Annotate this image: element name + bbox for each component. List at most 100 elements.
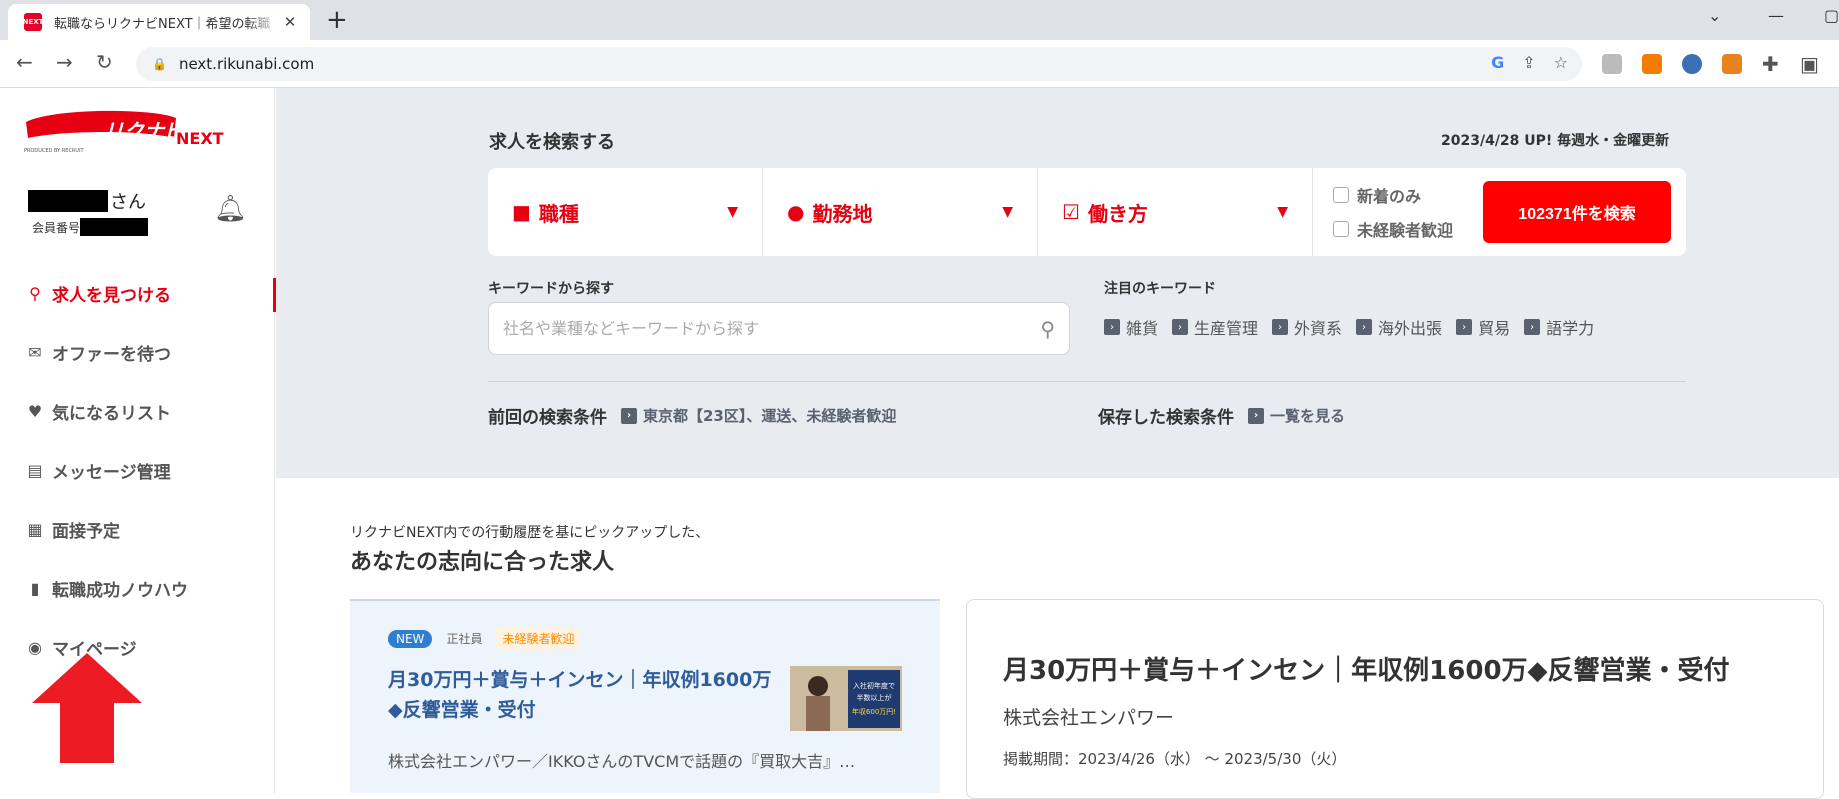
new-tab-button[interactable]: + [326,5,348,35]
keyword-search-input[interactable] [503,319,1041,338]
extensions-puzzle-icon[interactable]: ✚ [1762,52,1779,76]
sidebar-item-interviews[interactable]: ▦ 面接予定 [0,500,275,559]
search-bar: ■ 職種 ▼ ● 勤務地 ▼ ☑ 働き方 ▼ 新着のみ 未経験者歓迎 10237… [488,168,1686,256]
svg-text:NEXT: NEXT [176,129,224,148]
calendar-icon: ▦ [27,520,43,539]
checkbox-box[interactable] [1333,221,1349,237]
notification-bell-icon[interactable]: 🔔︎ [214,194,247,224]
new-badge: NEW [388,629,433,648]
reload-icon[interactable]: ↻ [96,50,113,74]
sidebar-item-knowhow[interactable]: ▮ 転職成功ノウハウ [0,559,275,618]
bookmark-star-icon[interactable]: ☆ [1554,53,1568,72]
clipboard-check-icon: ☑ [1062,200,1080,224]
thumbnail-graphic: 入社初年度で 半数以上が 年収600万円! [790,666,902,731]
google-translate-icon[interactable]: G [1491,53,1504,72]
saved-search: 保存した検索条件 › 一覧を見る [1098,403,1345,428]
thumb-text-2: 半数以上が [857,693,892,702]
sidebar-item-label: オファーを待つ [52,345,171,365]
search-icon[interactable]: ⚲ [1040,317,1055,341]
sidebar-menu: ⚲ 求人を見つける ✉ オファーを待つ ♥ 気になるリスト ▤ メッセージ管理 … [0,264,276,677]
url-text: next.rikunabi.com [178,55,315,73]
hot-keyword-link[interactable]: › 雑貨 [1104,315,1158,339]
hot-keyword-link[interactable]: › 外資系 [1272,315,1342,339]
hot-keyword-link[interactable]: › 海外出張 [1356,315,1442,339]
previous-search-link[interactable]: › 東京都【23区】、運送、未経験者歓迎 [621,405,896,426]
minimize-icon[interactable]: — [1768,6,1784,25]
new-only-checkbox[interactable]: 新着のみ [1333,178,1483,212]
thumb-text-3: 年収600万円! [852,707,896,716]
keyword-text: 雑貨 [1126,319,1159,338]
tab-close-icon[interactable]: ✕ [280,13,300,31]
heart-icon: ♥ [27,402,43,421]
chevron-right-icon: › [1248,407,1264,424]
update-note: 2023/4/28 UP! 毎週水・金曜更新 [1441,133,1670,149]
previous-search: 前回の検索条件 › 東京都【23区】、運送、未経験者歓迎 [488,403,896,428]
hot-keyword-link[interactable]: › 語学力 [1524,315,1594,339]
book-icon: ▮ [30,579,40,598]
user-info[interactable]: さん 会員番号 [28,188,149,236]
chevron-right-icon: › [1456,319,1473,335]
keyword-text: 外資系 [1294,319,1343,338]
inexperienced-ok-checkbox[interactable]: 未経験者歓迎 [1333,212,1483,246]
camera-extension-icon[interactable] [1602,54,1622,74]
sidebar-item-find-jobs[interactable]: ⚲ 求人を見つける [0,264,276,323]
message-icon: ▤ [27,461,43,480]
keyword-text: 海外出張 [1378,319,1443,338]
caret-down-icon: ▼ [1002,204,1013,220]
saved-search-link[interactable]: › 一覧を見る [1248,405,1345,426]
rikunabi-next-logo[interactable]: リクナビ NEXT PRODUCED BY RECRUIT [24,108,226,158]
work-style-label: 働き方 [1087,201,1148,226]
user-name-suffix: さん [110,192,146,213]
search-submit-button[interactable]: 102371件を検索 [1483,181,1671,243]
work-style-select[interactable]: ☑ 働き方 ▼ [1038,168,1313,256]
job-card-title[interactable]: 月30万円＋賞与＋インセン｜年収例1600万◆反響営業・受付 [388,665,778,725]
chevron-right-icon: › [621,407,637,424]
thumb-text-1: 入社初年度で [853,681,895,690]
location-select[interactable]: ● 勤務地 ▼ [763,168,1038,256]
hot-keyword-link[interactable]: › 生産管理 [1172,315,1258,339]
omnibox-actions: G ⇪ ☆ [1491,53,1568,72]
address-bar[interactable]: 🔒 next.rikunabi.com G ⇪ ☆ [136,47,1582,81]
sidebar-item-label: 面接予定 [52,522,120,542]
job-detail-title[interactable]: 月30万円＋賞与＋インセン｜年収例1600万◆反響営業・受付 [1003,650,1730,687]
sidebar-item-label: 転職成功ノウハウ [52,581,188,601]
hot-keyword-link[interactable]: › 貿易 [1456,315,1510,339]
job-detail-card[interactable]: 月30万円＋賞与＋インセン｜年収例1600万◆反響営業・受付 株式会社エンパワー… [966,599,1824,799]
checkbox-label: 未経験者歓迎 [1357,221,1454,240]
job-card[interactable]: NEW 正社員 未経験者歓迎 月30万円＋賞与＋インセン｜年収例1600万◆反響… [350,599,940,793]
location-label: 勤務地 [812,201,873,226]
chevron-right-icon: › [1104,319,1120,335]
job-detail-period: 掲載期間：2023/4/26（水） 〜 2023/5/30（火） [1003,750,1347,768]
divider [488,381,1686,382]
tab-search-icon[interactable]: ⌄ [1708,6,1721,25]
job-thumbnail-image[interactable]: 入社初年度で 半数以上が 年収600万円! [790,666,902,731]
metamask-fox-icon[interactable] [1722,54,1742,74]
job-card-description: 株式会社エンパワー／IKKOさんのTVCMで話題の『買取大吉』… [388,752,856,771]
hot-keywords-label: 注目のキーワード [1104,281,1216,297]
lock-icon: 🔒 [152,57,167,71]
keyword-search-label: キーワードから探す [488,281,614,297]
sidebar-item-wait-offers[interactable]: ✉ オファーを待つ [0,323,275,382]
previous-search-label: 前回の検索条件 [488,408,607,428]
redacted-member-number [80,218,149,236]
briefcase-icon: ■ [512,200,531,224]
job-search-panel: 求人を検索する 2023/4/28 UP! 毎週水・金曜更新 ■ 職種 ▼ ● … [276,88,1839,478]
side-panel-icon[interactable]: ▣ [1800,52,1819,76]
logo-mark-icon: リクナビ NEXT PRODUCED BY RECRUIT [24,110,224,154]
share-icon[interactable]: ⇪ [1522,53,1535,72]
chart-extension-icon[interactable] [1642,54,1662,74]
globe-extension-icon[interactable] [1682,54,1702,74]
back-icon[interactable]: ← [16,50,33,74]
maximize-icon[interactable]: ▢ [1824,6,1839,25]
search-filters: 新着のみ 未経験者歓迎 [1313,178,1483,246]
sidebar-item-favorites[interactable]: ♥ 気になるリスト [0,382,275,441]
recommend-title: あなたの志向に合った求人 [350,550,615,575]
job-type-select[interactable]: ■ 職種 ▼ [488,168,763,256]
checkbox-box[interactable] [1333,187,1349,203]
sidebar-item-label: 気になるリスト [52,404,171,424]
browser-tab[interactable]: NEXT 転職ならリクナビNEXT｜希望の転職 ✕ [8,4,310,40]
forward-icon[interactable]: → [56,50,73,74]
sidebar-item-messages[interactable]: ▤ メッセージ管理 [0,441,275,500]
keyword-text: 語学力 [1546,319,1595,338]
redacted-user-name [28,190,108,212]
